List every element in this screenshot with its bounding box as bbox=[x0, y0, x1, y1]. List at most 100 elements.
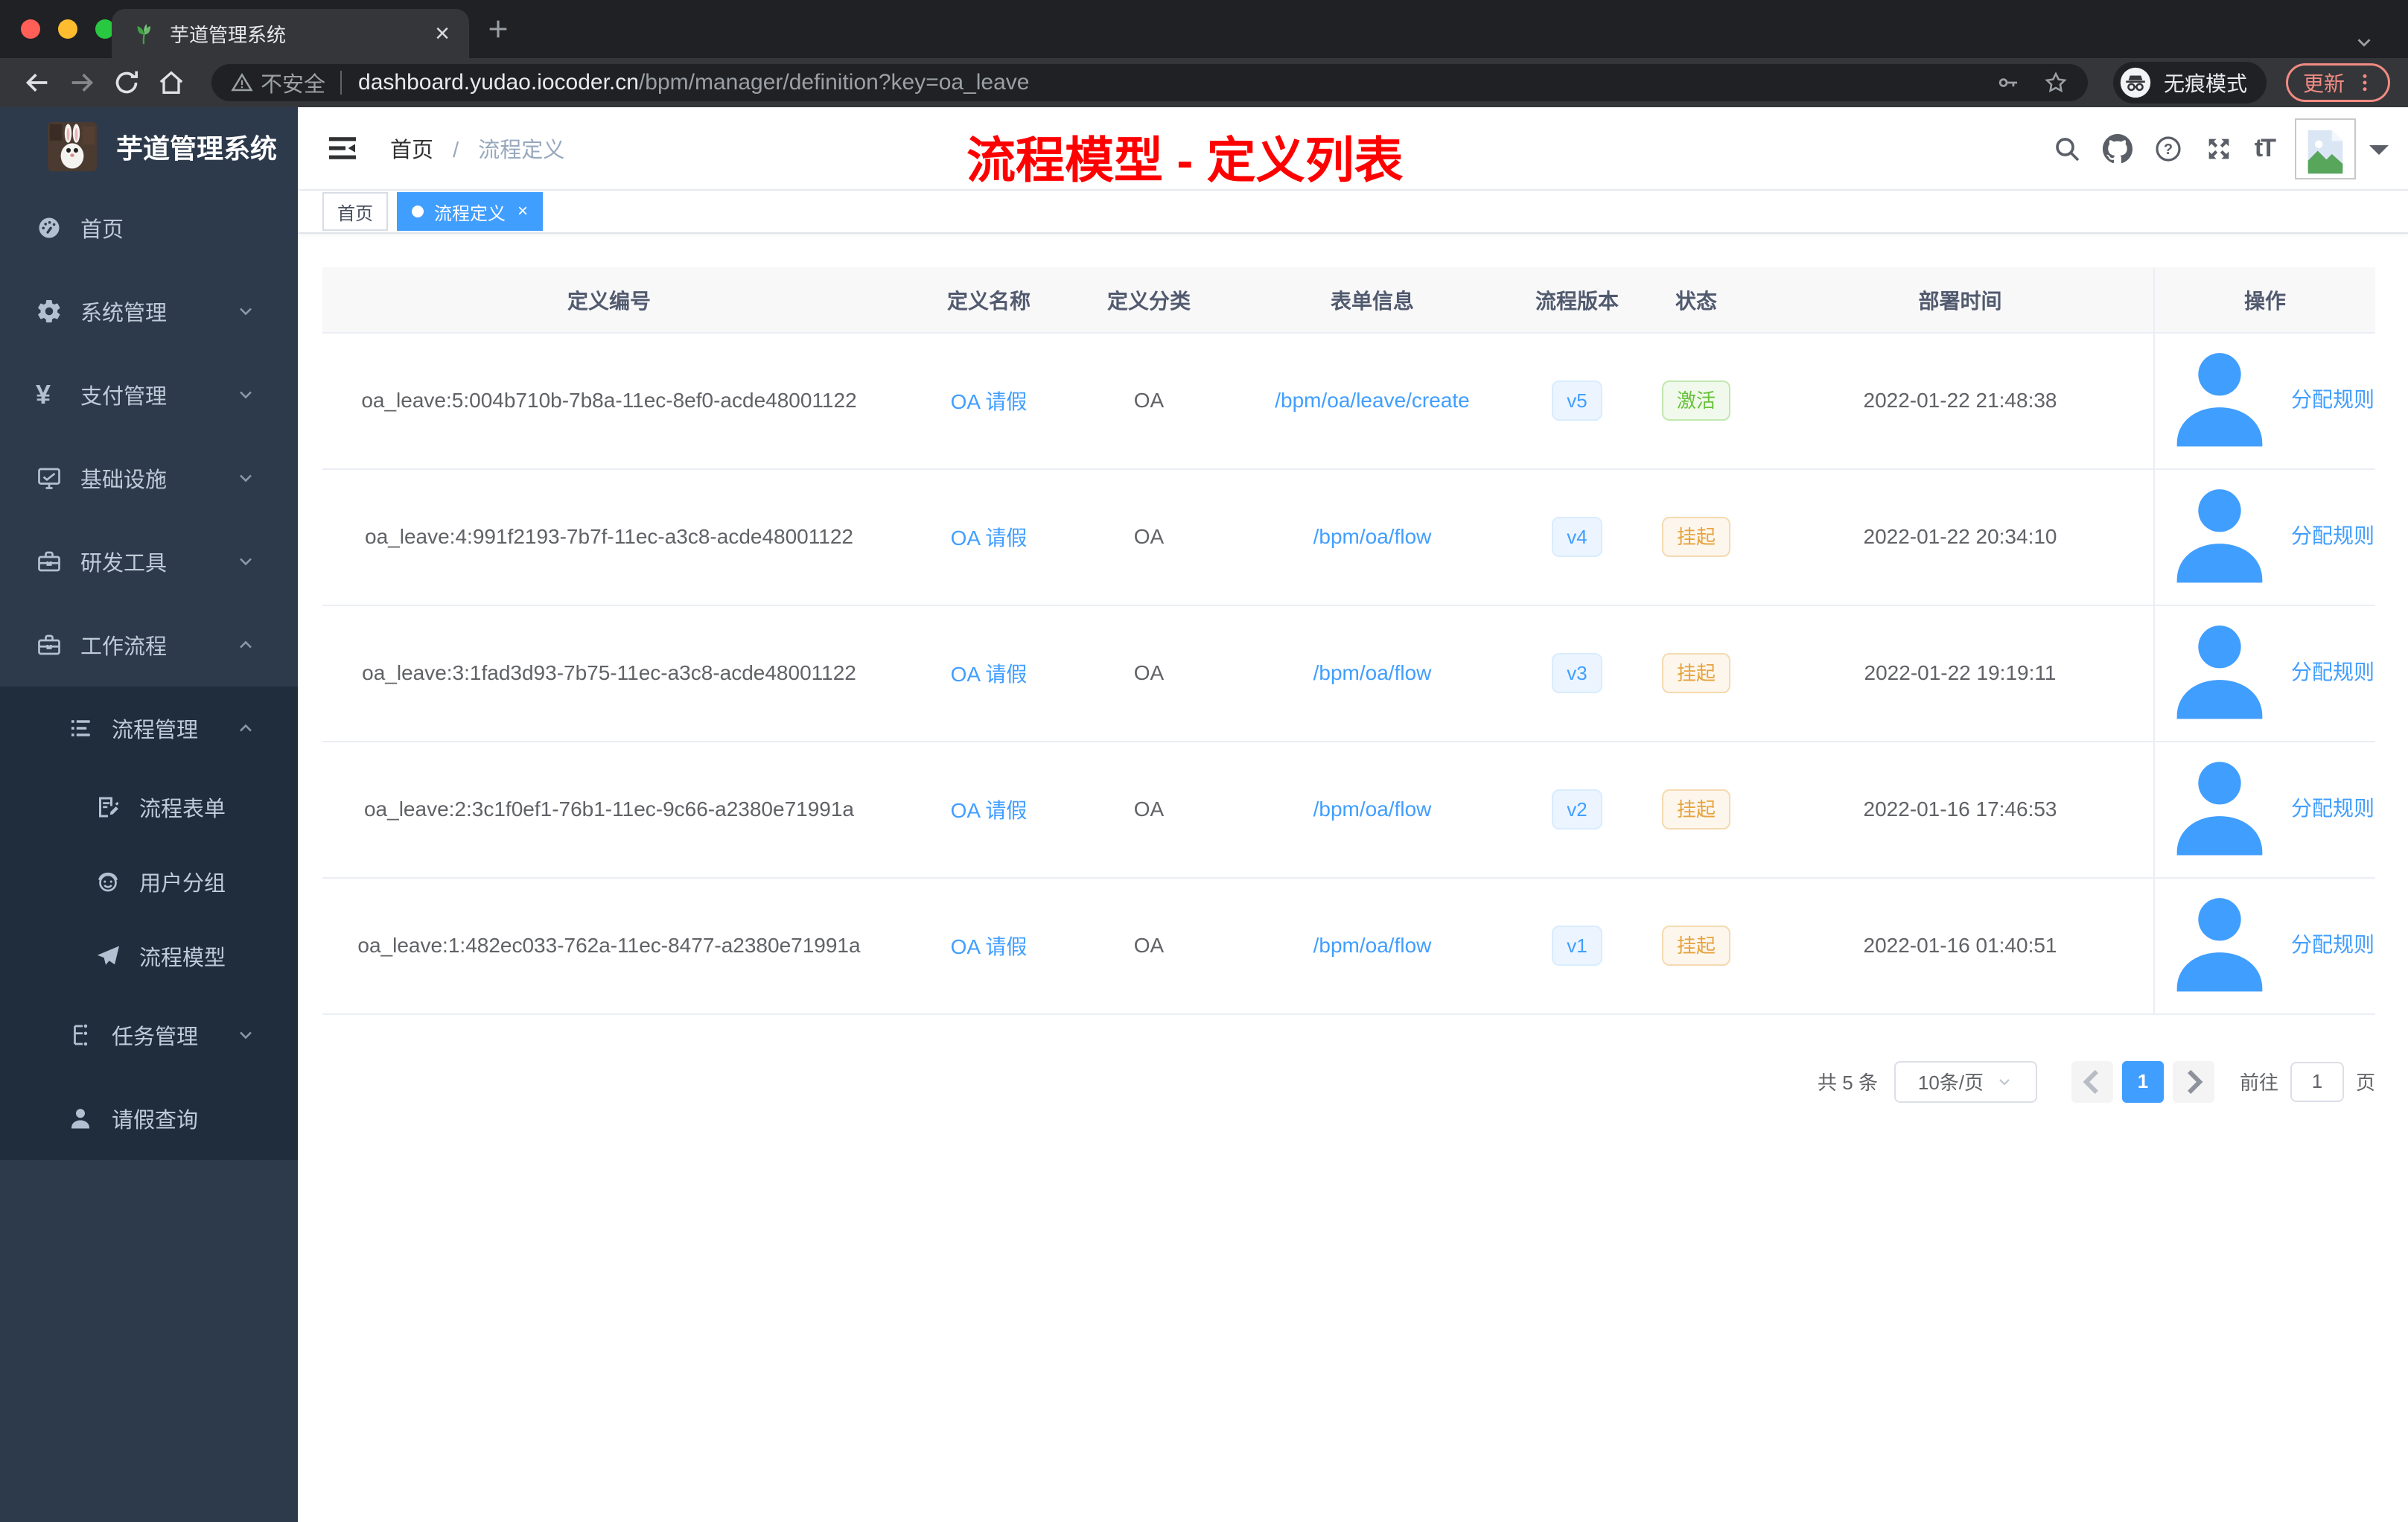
fullscreen-icon[interactable] bbox=[2204, 134, 2234, 164]
browser-update-button[interactable]: 更新 bbox=[2285, 63, 2390, 102]
definition-name-link[interactable]: OA 请假 bbox=[951, 799, 1028, 822]
back-button[interactable] bbox=[22, 68, 52, 98]
cell-category: OA bbox=[1082, 741, 1216, 879]
definition-name-link[interactable]: OA 请假 bbox=[951, 526, 1028, 550]
sidebar-collapse-button[interactable] bbox=[325, 130, 360, 166]
chevron-down-icon bbox=[235, 301, 256, 322]
sidebar-item-process-form[interactable]: 流程表单 bbox=[0, 770, 298, 844]
form-info-link[interactable]: /bpm/oa/flow bbox=[1313, 797, 1432, 821]
table-row: oa_leave:2:3c1f0ef1-76b1-11ec-9c66-a2380… bbox=[322, 741, 2375, 879]
assign-rule-button[interactable]: 分配规则 bbox=[2156, 743, 2374, 871]
sidebar-item-label: 系统管理 bbox=[80, 302, 168, 325]
tab-close-icon[interactable]: × bbox=[435, 21, 450, 46]
sidebar-logo-row[interactable]: 芋道管理系统 bbox=[0, 107, 298, 186]
cell-deploy-time: 2022-01-22 19:19:11 bbox=[1767, 605, 2154, 742]
form-info-link[interactable]: /bpm/oa/flow bbox=[1313, 661, 1432, 684]
breadcrumb-home[interactable]: 首页 bbox=[390, 138, 433, 162]
sidebar-item-devtools[interactable]: 研发工具 bbox=[0, 520, 298, 603]
definition-name-link[interactable]: OA 请假 bbox=[951, 390, 1028, 413]
cell-definition-id: oa_leave:3:1fad3d93-7b75-11ec-a3c8-acde4… bbox=[322, 605, 896, 742]
gauge-icon bbox=[36, 214, 63, 241]
tag-active[interactable]: 流程定义 × bbox=[397, 192, 544, 231]
form-info-link[interactable]: /bpm/oa/leave/create bbox=[1275, 389, 1470, 412]
browser-tab[interactable]: 芋道管理系统 × bbox=[112, 9, 469, 58]
tag-item[interactable]: 首页 bbox=[322, 192, 388, 231]
cell-deploy-time: 2022-01-16 01:40:51 bbox=[1767, 877, 2154, 1015]
sidebar-item-task-mgmt[interactable]: 任务管理 bbox=[0, 993, 298, 1077]
url-separator bbox=[340, 71, 343, 95]
github-icon[interactable] bbox=[2102, 134, 2133, 164]
search-icon[interactable] bbox=[2052, 134, 2082, 164]
url-host: dashboard.yudao.iocoder.cn bbox=[358, 70, 639, 95]
paper-plane-icon bbox=[95, 943, 121, 969]
goto-label: 前往 bbox=[2239, 1072, 2278, 1095]
sidebar-item-payment[interactable]: ¥ 支付管理 bbox=[0, 353, 298, 436]
chevron-up-icon bbox=[235, 634, 256, 655]
sidebar-item-label: 研发工具 bbox=[80, 552, 168, 576]
url-path: /bpm/manager/definition?key=oa_leave bbox=[638, 70, 1030, 95]
page-size-select[interactable]: 10条/页 bbox=[1893, 1060, 2037, 1103]
user-icon bbox=[2156, 471, 2284, 599]
font-size-icon[interactable]: tT bbox=[2255, 134, 2276, 164]
definition-name-link[interactable]: OA 请假 bbox=[951, 935, 1028, 958]
avatar-caret-down-icon[interactable] bbox=[2369, 145, 2389, 165]
sidebar-item-label: 用户分组 bbox=[139, 872, 226, 896]
version-tag: v4 bbox=[1552, 517, 1602, 558]
chevron-down-icon bbox=[235, 384, 256, 405]
definition-name-link[interactable]: OA 请假 bbox=[951, 663, 1028, 686]
update-label: 更新 bbox=[2302, 72, 2345, 95]
form-info-link[interactable]: /bpm/oa/flow bbox=[1313, 525, 1432, 548]
help-icon[interactable]: ? bbox=[2153, 134, 2183, 164]
sidebar-item-home[interactable]: 首页 bbox=[0, 186, 298, 270]
browser-menu-kebab-icon[interactable] bbox=[2354, 71, 2376, 95]
sidebar-item-user-group[interactable]: 用户分组 bbox=[0, 844, 298, 919]
app-title: 芋道管理系统 bbox=[116, 133, 278, 164]
assign-rule-button[interactable]: 分配规则 bbox=[2156, 471, 2374, 599]
sidebar-item-workflow[interactable]: 工作流程 bbox=[0, 603, 298, 687]
goto-page-input[interactable] bbox=[2290, 1061, 2344, 1102]
pagination-total: 共 5 条 bbox=[1818, 1072, 1878, 1095]
sidebar-item-label: 首页 bbox=[80, 218, 124, 242]
cell-definition-id: oa_leave:2:3c1f0ef1-76b1-11ec-9c66-a2380… bbox=[322, 741, 896, 879]
password-key-icon[interactable] bbox=[1995, 70, 2021, 95]
assign-rule-button[interactable]: 分配规则 bbox=[2156, 334, 2374, 462]
next-page-button[interactable] bbox=[2172, 1060, 2214, 1103]
svg-text:?: ? bbox=[2164, 141, 2173, 158]
tab-strip: 芋道管理系统 × bbox=[0, 0, 2408, 58]
prev-page-button[interactable] bbox=[2071, 1060, 2113, 1103]
yen-icon: ¥ bbox=[36, 379, 51, 410]
app-shell: 芋道管理系统 首页 系统管理 ¥ 支付管理 基础设施 研发工具 工作流程 流程管… bbox=[0, 107, 2408, 1522]
sidebar-item-infra[interactable]: 基础设施 bbox=[0, 436, 298, 520]
current-page-button[interactable]: 1 bbox=[2121, 1060, 2164, 1103]
avatar[interactable] bbox=[2295, 118, 2356, 179]
version-tag: v2 bbox=[1552, 789, 1602, 830]
sidebar-item-process-model[interactable]: 流程模型 bbox=[0, 919, 298, 993]
sidebar-item-system[interactable]: 系统管理 bbox=[0, 270, 298, 353]
sidebar-item-leave-query[interactable]: 请假查询 bbox=[0, 1077, 298, 1160]
new-tab-button[interactable] bbox=[485, 16, 511, 42]
reload-button[interactable] bbox=[112, 68, 141, 98]
window-close-button[interactable] bbox=[21, 19, 40, 39]
form-edit-icon bbox=[95, 794, 121, 821]
toolbox-icon bbox=[36, 631, 63, 658]
assign-rule-button[interactable]: 分配规则 bbox=[2156, 879, 2374, 1007]
forward-button[interactable] bbox=[67, 68, 97, 98]
tag-close-icon[interactable]: × bbox=[517, 203, 528, 220]
column-header-op: 操作 bbox=[2153, 267, 2375, 334]
assign-rule-button[interactable]: 分配规则 bbox=[2156, 607, 2374, 735]
incognito-icon bbox=[2119, 66, 2152, 99]
form-info-link[interactable]: /bpm/oa/flow bbox=[1313, 934, 1432, 957]
sidebar-item-process-mgmt[interactable]: 流程管理 bbox=[0, 687, 298, 770]
not-secure-warning-icon bbox=[231, 71, 253, 94]
sidebar-item-label: 流程模型 bbox=[139, 946, 226, 970]
incognito-label: 无痕模式 bbox=[2163, 72, 2247, 95]
window-minimize-button[interactable] bbox=[58, 19, 77, 39]
cell-definition-id: oa_leave:4:991f2193-7b7f-11ec-a3c8-acde4… bbox=[322, 468, 896, 606]
address-bar[interactable]: 不安全 dashboard.yudao.iocoder.cn /bpm/mana… bbox=[211, 64, 2088, 101]
bookmark-star-icon[interactable] bbox=[2043, 70, 2068, 95]
tab-search-chevron-icon[interactable] bbox=[2353, 31, 2375, 54]
home-button[interactable] bbox=[156, 68, 186, 98]
chevron-up-icon bbox=[235, 718, 256, 739]
security-label[interactable]: 不安全 bbox=[261, 67, 325, 98]
cell-definition-id: oa_leave:5:004b710b-7b8a-11ec-8ef0-acde4… bbox=[322, 333, 896, 470]
